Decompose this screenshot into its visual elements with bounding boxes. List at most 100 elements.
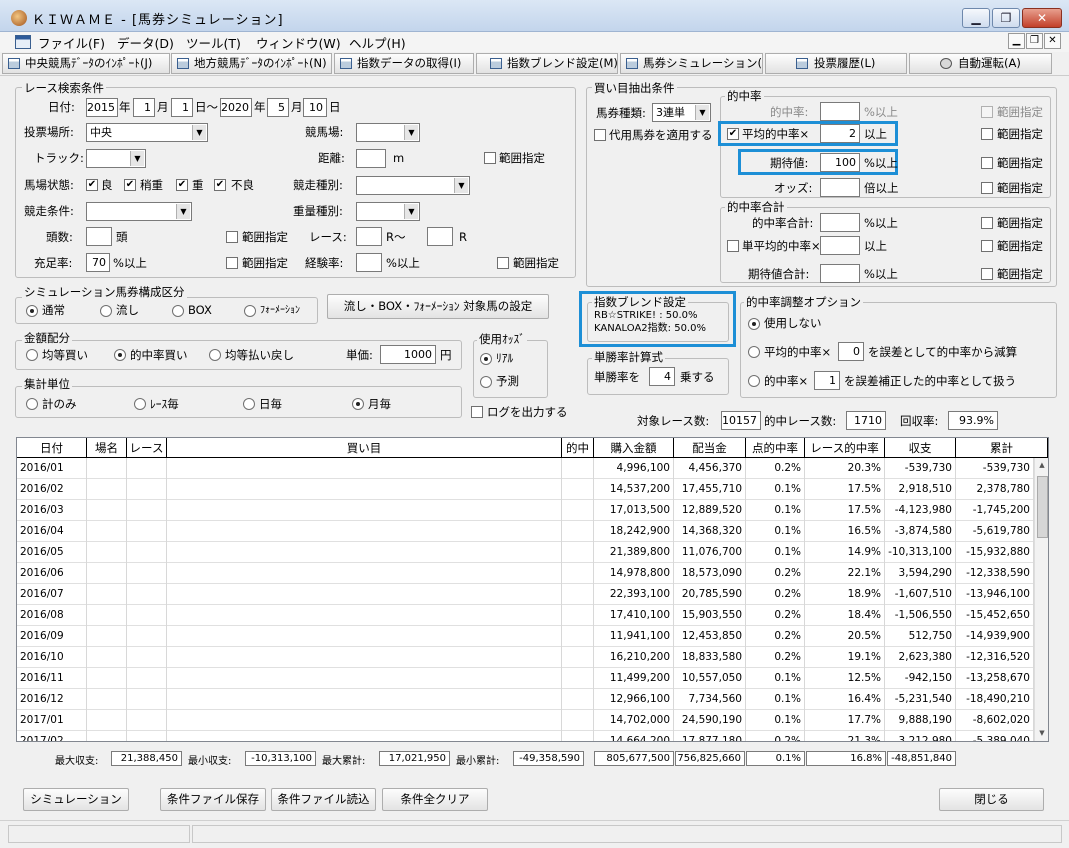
expected-sum-range-checkbox[interactable] <box>981 268 993 280</box>
scroll-up-icon[interactable]: ▲ <box>1035 458 1048 472</box>
import-local-button[interactable]: 地方競馬ﾃﾞｰﾀのｲﾝﾎﾟｰﾄ(N) <box>171 53 332 74</box>
table-row[interactable]: 2017/02 14,664,200 17,877,180 0.2% 21.3% 3,21… <box>17 731 1034 741</box>
agg-month-radio[interactable] <box>352 398 364 410</box>
menu-file[interactable]: ファイル(F) <box>38 33 105 52</box>
fill-rate-input[interactable]: 70 <box>86 253 110 272</box>
simulation-button[interactable]: 馬券シミュレーション(B) <box>620 53 763 74</box>
to-day-input[interactable]: 10 <box>303 98 327 117</box>
menu-help[interactable]: ヘルプ(H) <box>349 33 406 52</box>
simulate-button[interactable]: シミュレーション <box>23 788 129 811</box>
distance-range-checkbox[interactable] <box>484 152 496 164</box>
column-header[interactable]: レース <box>127 438 167 458</box>
course-dropdown[interactable]: ▼ <box>356 123 420 142</box>
close-button[interactable]: 閉じる <box>939 788 1044 811</box>
table-row[interactable]: 2016/11 11,499,200 10,557,050 0.1% 12.5% -942… <box>17 668 1034 689</box>
odds-range-checkbox[interactable] <box>981 182 993 194</box>
column-header[interactable]: 配当金 <box>674 438 746 458</box>
track-dropdown[interactable]: ▼ <box>86 149 146 168</box>
clear-conditions-button[interactable]: 条件全クリア <box>382 788 488 811</box>
unit-price-input[interactable]: 1000 <box>380 345 436 364</box>
sim-box-radio[interactable] <box>172 305 184 317</box>
import-central-button[interactable]: 中央競馬ﾃﾞｰﾀのｲﾝﾎﾟｰﾄ(J) <box>2 53 170 74</box>
experience-input[interactable] <box>356 253 382 272</box>
table-row[interactable]: 2016/05 21,389,800 11,076,700 0.1% 14.9% -10,… <box>17 542 1034 563</box>
odds-input[interactable] <box>820 178 860 197</box>
race-from-input[interactable] <box>356 227 382 246</box>
single-avg-range-checkbox[interactable] <box>981 240 993 252</box>
expected-range-checkbox[interactable] <box>981 157 993 169</box>
sim-formation-radio[interactable] <box>244 305 256 317</box>
scroll-thumb[interactable] <box>1037 476 1048 538</box>
cond-good-checkbox[interactable]: ✔ <box>86 179 98 191</box>
single-win-input[interactable]: 4 <box>649 367 675 386</box>
distance-input[interactable] <box>356 149 386 168</box>
menu-data[interactable]: データ(D) <box>117 33 174 52</box>
minimize-button[interactable]: ▁ <box>962 8 990 28</box>
odds-forecast-radio[interactable] <box>480 376 492 388</box>
column-header[interactable]: 的中 <box>562 438 594 458</box>
table-row[interactable]: 2016/04 18,242,900 14,368,320 0.1% 16.5% -3,8… <box>17 521 1034 542</box>
from-year-input[interactable]: 2015 <box>86 98 118 117</box>
column-header[interactable]: 累計 <box>956 438 1048 458</box>
vote-history-button[interactable]: 投票履歴(L) <box>765 53 907 74</box>
race-to-input[interactable] <box>427 227 453 246</box>
table-row[interactable]: 2016/06 14,978,800 18,573,090 0.2% 22.1% 3,59… <box>17 563 1034 584</box>
fill-range-checkbox[interactable] <box>226 257 238 269</box>
hit-buy-radio[interactable] <box>114 349 126 361</box>
hit-sum-input[interactable] <box>820 213 860 232</box>
menu-tools[interactable]: ツール(T) <box>186 33 241 52</box>
column-header[interactable]: レース的中率 <box>805 438 885 458</box>
table-row[interactable]: 2016/02 14,537,200 17,455,710 0.1% 17.5% 2,91… <box>17 479 1034 500</box>
single-avg-input[interactable] <box>820 236 860 255</box>
single-avg-checkbox[interactable] <box>727 240 739 252</box>
adjust-none-radio[interactable] <box>748 318 760 330</box>
hit-rate-range-checkbox[interactable] <box>981 106 993 118</box>
adjust-correct-input[interactable]: 1 <box>814 371 840 390</box>
race-condition-dropdown[interactable]: ▼ <box>86 202 192 221</box>
hit-rate-input[interactable] <box>820 102 860 121</box>
table-row[interactable]: 2016/01 4,996,100 4,456,370 0.2% 20.3% -539,7… <box>17 458 1034 479</box>
output-log-checkbox[interactable] <box>471 406 483 418</box>
menu-window[interactable]: ウィンドウ(W) <box>256 33 341 52</box>
mdi-close-button[interactable]: ✕ <box>1044 33 1061 49</box>
column-header[interactable]: 買い目 <box>167 438 562 458</box>
avg-hit-checkbox[interactable]: ✔ <box>727 128 739 140</box>
adjust-subtract-radio[interactable] <box>748 346 760 358</box>
cond-slightly-checkbox[interactable]: ✔ <box>124 179 136 191</box>
column-header[interactable]: 購入金額 <box>594 438 674 458</box>
weight-type-dropdown[interactable]: ▼ <box>356 202 420 221</box>
bet-kind-dropdown[interactable]: 3連単 ▼ <box>652 103 711 122</box>
odds-real-radio[interactable] <box>480 353 492 365</box>
vertical-scrollbar[interactable]: ▲ ▼ <box>1034 458 1048 741</box>
load-conditions-button[interactable]: 条件ファイル読込 <box>271 788 376 811</box>
venue-dropdown[interactable]: 中央 ▼ <box>86 123 208 142</box>
table-row[interactable]: 2016/08 17,410,100 15,903,550 0.2% 18.4% -1,5… <box>17 605 1034 626</box>
from-month-input[interactable]: 1 <box>133 98 155 117</box>
adjust-correct-radio[interactable] <box>748 375 760 387</box>
table-row[interactable]: 2016/03 17,013,500 12,889,520 0.1% 17.5% -4,1… <box>17 500 1034 521</box>
to-month-input[interactable]: 5 <box>267 98 289 117</box>
to-year-input[interactable]: 2020 <box>220 98 252 117</box>
sim-normal-radio[interactable] <box>26 305 38 317</box>
agg-total-radio[interactable] <box>26 398 38 410</box>
table-row[interactable]: 2016/09 11,941,100 12,453,850 0.2% 20.5% 512,… <box>17 626 1034 647</box>
column-header[interactable]: 収支 <box>885 438 956 458</box>
adjust-subtract-input[interactable]: 0 <box>838 342 864 361</box>
save-conditions-button[interactable]: 条件ファイル保存 <box>160 788 266 811</box>
get-index-button[interactable]: 指数データの取得(I) <box>334 53 474 74</box>
restore-button[interactable]: ❐ <box>992 8 1020 28</box>
table-row[interactable]: 2017/01 14,702,000 24,590,190 0.1% 17.7% 9,88… <box>17 710 1034 731</box>
mdi-restore-button[interactable]: ❐ <box>1026 33 1043 49</box>
expected-sum-input[interactable] <box>820 264 860 283</box>
close-window-button[interactable]: ✕ <box>1022 8 1062 28</box>
table-row[interactable]: 2016/07 22,393,100 20,785,590 0.2% 18.9% -1,6… <box>17 584 1034 605</box>
table-row[interactable]: 2016/10 16,210,200 18,833,580 0.2% 19.1% 2,62… <box>17 647 1034 668</box>
column-header[interactable]: 点的中率 <box>746 438 805 458</box>
column-header[interactable]: 日付 <box>17 438 87 458</box>
heads-input[interactable] <box>86 227 112 246</box>
mdi-minimize-button[interactable]: ▁ <box>1008 33 1025 49</box>
avg-hit-input[interactable]: 2 <box>820 124 860 143</box>
equal-pay-radio[interactable] <box>209 349 221 361</box>
race-type-dropdown[interactable]: ▼ <box>356 176 470 195</box>
scroll-down-icon[interactable]: ▼ <box>1035 726 1048 740</box>
